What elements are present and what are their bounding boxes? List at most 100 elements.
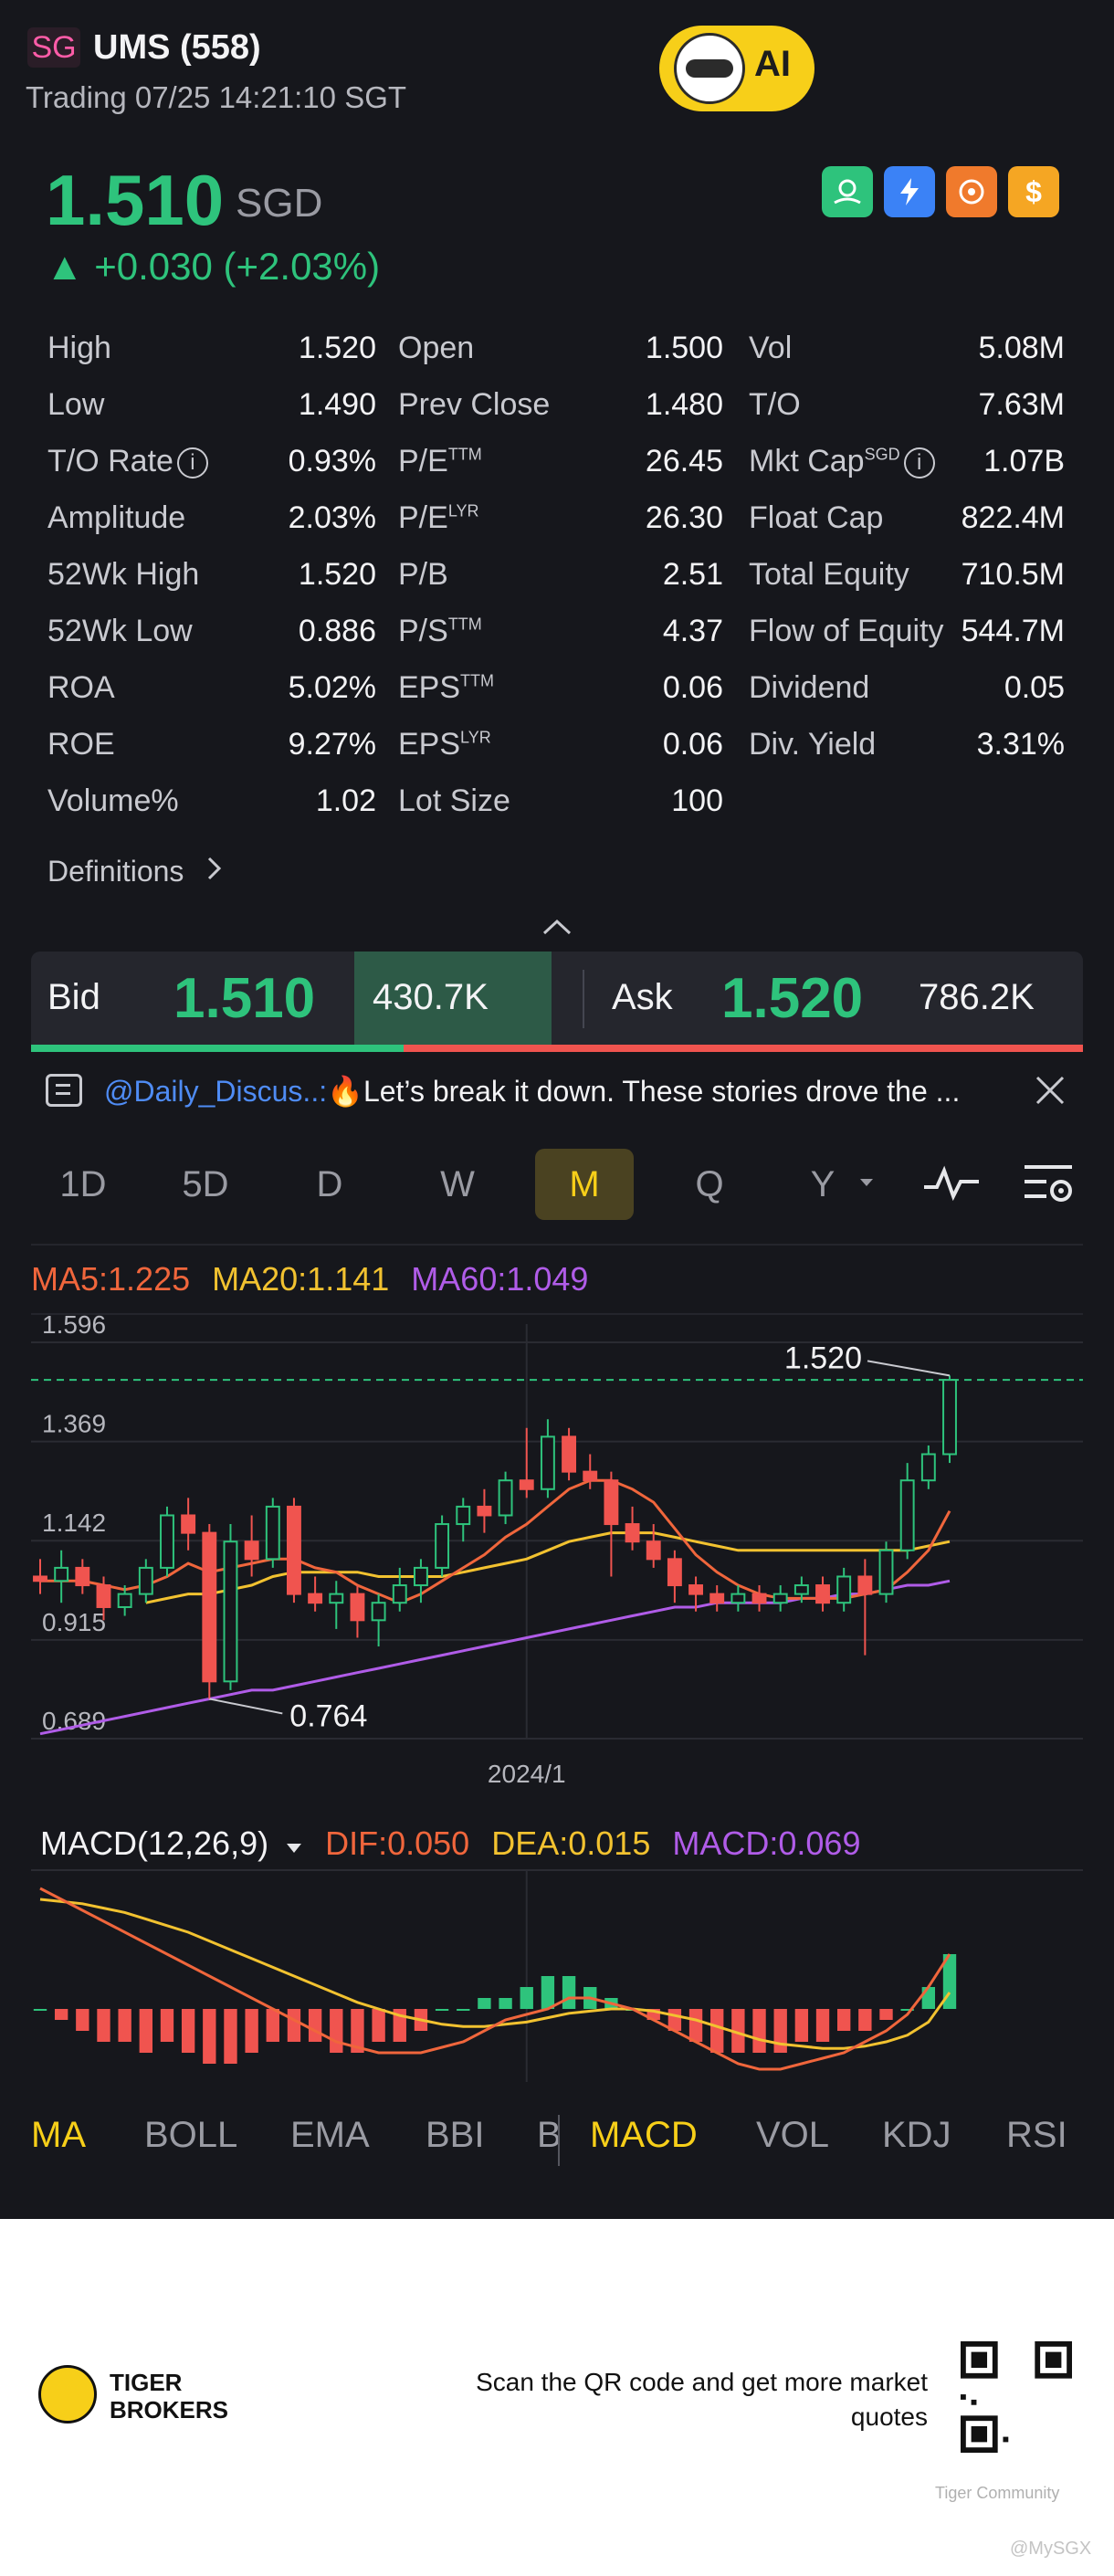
stat-row: High 1.520 Open 1.500 Vol 5.08M bbox=[47, 331, 1070, 387]
macd-bar bbox=[308, 2009, 322, 2042]
macd-bar bbox=[837, 2009, 851, 2031]
tab-bbi[interactable]: BBI bbox=[426, 2115, 484, 2156]
y-tick-label: 0.915 bbox=[42, 1608, 106, 1636]
collapse-chevron-up-icon[interactable] bbox=[539, 913, 575, 941]
bid-ratio-bar bbox=[31, 1045, 404, 1052]
stat-label: P/ETTM bbox=[398, 444, 482, 478]
qr-module bbox=[971, 2399, 977, 2405]
stat-value: 1.480 bbox=[645, 387, 723, 422]
tab-rsi[interactable]: RSI bbox=[1006, 2115, 1067, 2156]
lightning-icon[interactable] bbox=[884, 166, 935, 217]
last-price: 1.510 bbox=[46, 160, 225, 240]
qr-module bbox=[971, 2425, 988, 2443]
tab-1d[interactable]: 1D bbox=[42, 1149, 124, 1220]
stat-superscript: LYR bbox=[447, 501, 479, 520]
tab-vol[interactable]: VOL bbox=[756, 2115, 829, 2156]
definitions-label: Definitions bbox=[47, 855, 184, 888]
stat-label: Total Equity bbox=[749, 557, 909, 592]
low-pointer bbox=[209, 1698, 283, 1715]
news-user[interactable]: @Daily_Discus..: bbox=[104, 1075, 327, 1108]
stat-value: 3.31% bbox=[976, 727, 1065, 762]
stat-row: ROA 5.02% EPSTTM 0.06 Dividend 0.05 bbox=[47, 670, 1070, 727]
tab-boll[interactable]: BOLL bbox=[144, 2115, 237, 2156]
macd-chart[interactable] bbox=[0, 1863, 1114, 2091]
wealth-icon[interactable] bbox=[822, 166, 873, 217]
macd-legend[interactable]: MACD(12,26,9) DIF:0.050 DEA:0.015 MACD:0… bbox=[40, 1824, 873, 1863]
stat-label: Div. Yield bbox=[749, 727, 877, 762]
ma20-value: MA20:1.141 bbox=[212, 1260, 390, 1298]
news-text: 🔥Let’s break it down. These stories drov… bbox=[327, 1075, 961, 1108]
stat-label: ROA bbox=[47, 670, 115, 705]
tab-m[interactable]: M bbox=[535, 1149, 634, 1220]
stat-row: Volume% 1.02 Lot Size 100 bbox=[47, 783, 1070, 840]
stat-label: Volume% bbox=[47, 783, 179, 818]
info-icon[interactable]: i bbox=[903, 447, 935, 479]
stat-row: Amplitude 2.03% P/ELYR 26.30 Float Cap 822.4M bbox=[47, 500, 1070, 557]
macd-bar bbox=[224, 2009, 237, 2064]
stat-value: 1.02 bbox=[315, 783, 376, 818]
stat-superscript: LYR bbox=[460, 728, 491, 747]
dollar-icon[interactable]: $ bbox=[1008, 166, 1059, 217]
caret-down-icon[interactable] bbox=[285, 1824, 303, 1862]
macd-bar bbox=[245, 2009, 258, 2053]
currency: SGD bbox=[236, 181, 323, 226]
macd-bar bbox=[118, 2009, 131, 2042]
candle-body bbox=[160, 1514, 174, 1569]
macd-bar bbox=[54, 2009, 68, 2020]
ma60-value: MA60:1.049 bbox=[411, 1260, 589, 1298]
watermark: Tiger Community bbox=[935, 2484, 1060, 2502]
stat-label: T/O Rate i bbox=[47, 444, 208, 479]
tab-w[interactable]: W bbox=[416, 1149, 499, 1220]
stat-value: 1.07B bbox=[983, 444, 1065, 478]
tab-ema[interactable]: EMA bbox=[290, 2115, 370, 2156]
macd-bar bbox=[773, 2009, 787, 2053]
macd-bar bbox=[97, 2009, 110, 2042]
close-icon[interactable] bbox=[1032, 1072, 1068, 1109]
tab-kdj[interactable]: KDJ bbox=[882, 2115, 951, 2156]
dropdown-caret-icon[interactable] bbox=[858, 1176, 875, 1193]
candle-body bbox=[477, 1505, 492, 1517]
candle-body bbox=[942, 1379, 957, 1456]
tab-q[interactable]: Q bbox=[668, 1149, 751, 1220]
candle-body bbox=[751, 1593, 767, 1604]
info-icon[interactable]: i bbox=[176, 447, 208, 479]
candle-body bbox=[793, 1584, 809, 1595]
indicator-wave-icon[interactable] bbox=[922, 1165, 981, 1206]
macd-bar bbox=[499, 1998, 512, 2009]
news-ticker[interactable]: @Daily_Discus..:🔥Let’s break it down. Th… bbox=[0, 1061, 1114, 1125]
definitions-link[interactable]: Definitions bbox=[47, 855, 223, 888]
candle-body bbox=[413, 1566, 428, 1587]
divider bbox=[31, 1244, 1083, 1246]
candle-body bbox=[878, 1549, 894, 1595]
chart-settings-icon[interactable] bbox=[1021, 1162, 1077, 1212]
ticker-title[interactable]: UMS (558) bbox=[93, 27, 261, 68]
candle-body bbox=[625, 1523, 640, 1543]
orbit-icon[interactable] bbox=[946, 166, 997, 217]
candle-body bbox=[667, 1558, 682, 1587]
tab-d[interactable]: D bbox=[289, 1149, 371, 1220]
ai-assistant-button[interactable]: AI bbox=[659, 26, 814, 111]
quick-actions: $ bbox=[822, 166, 1059, 217]
stat-label: 52Wk High bbox=[47, 557, 200, 592]
candlestick-chart[interactable]: 1.5961.3691.1420.9150.6892024/11.5200.76… bbox=[0, 1315, 1114, 1790]
tab-5d[interactable]: 5D bbox=[164, 1149, 247, 1220]
tiger-brokers-logo-icon bbox=[38, 2365, 97, 2424]
watermark-handle: @MySGX bbox=[1010, 2539, 1092, 2559]
tab-ma[interactable]: MA bbox=[31, 2115, 86, 2156]
candle-body bbox=[815, 1584, 830, 1604]
candle-body bbox=[857, 1575, 873, 1595]
ma-legend[interactable]: MA5:1.225 MA20:1.141 MA60:1.049 bbox=[31, 1260, 601, 1299]
tab-macd[interactable]: MACD bbox=[590, 2115, 698, 2156]
period-tabs: 1D 5D D W M Q Y bbox=[0, 1149, 1114, 1220]
app-screen: SG UMS (558) Trading 07/25 14:21:10 SGT … bbox=[0, 0, 1114, 2219]
stat-label: Open bbox=[398, 331, 475, 365]
bid-ask-panel[interactable]: Bid 1.510 430.7K Ask 1.520 786.2K bbox=[31, 952, 1083, 1046]
stat-value: 0.06 bbox=[662, 670, 723, 705]
candle-body bbox=[138, 1566, 153, 1595]
stat-superscript: SGD bbox=[864, 445, 900, 464]
stat-label: Low bbox=[47, 387, 105, 422]
tab-y[interactable]: Y bbox=[782, 1149, 864, 1220]
y-tick-label: 1.142 bbox=[42, 1509, 106, 1537]
qr-code[interactable] bbox=[961, 2341, 1072, 2453]
stat-label: EPSTTM bbox=[398, 670, 495, 705]
